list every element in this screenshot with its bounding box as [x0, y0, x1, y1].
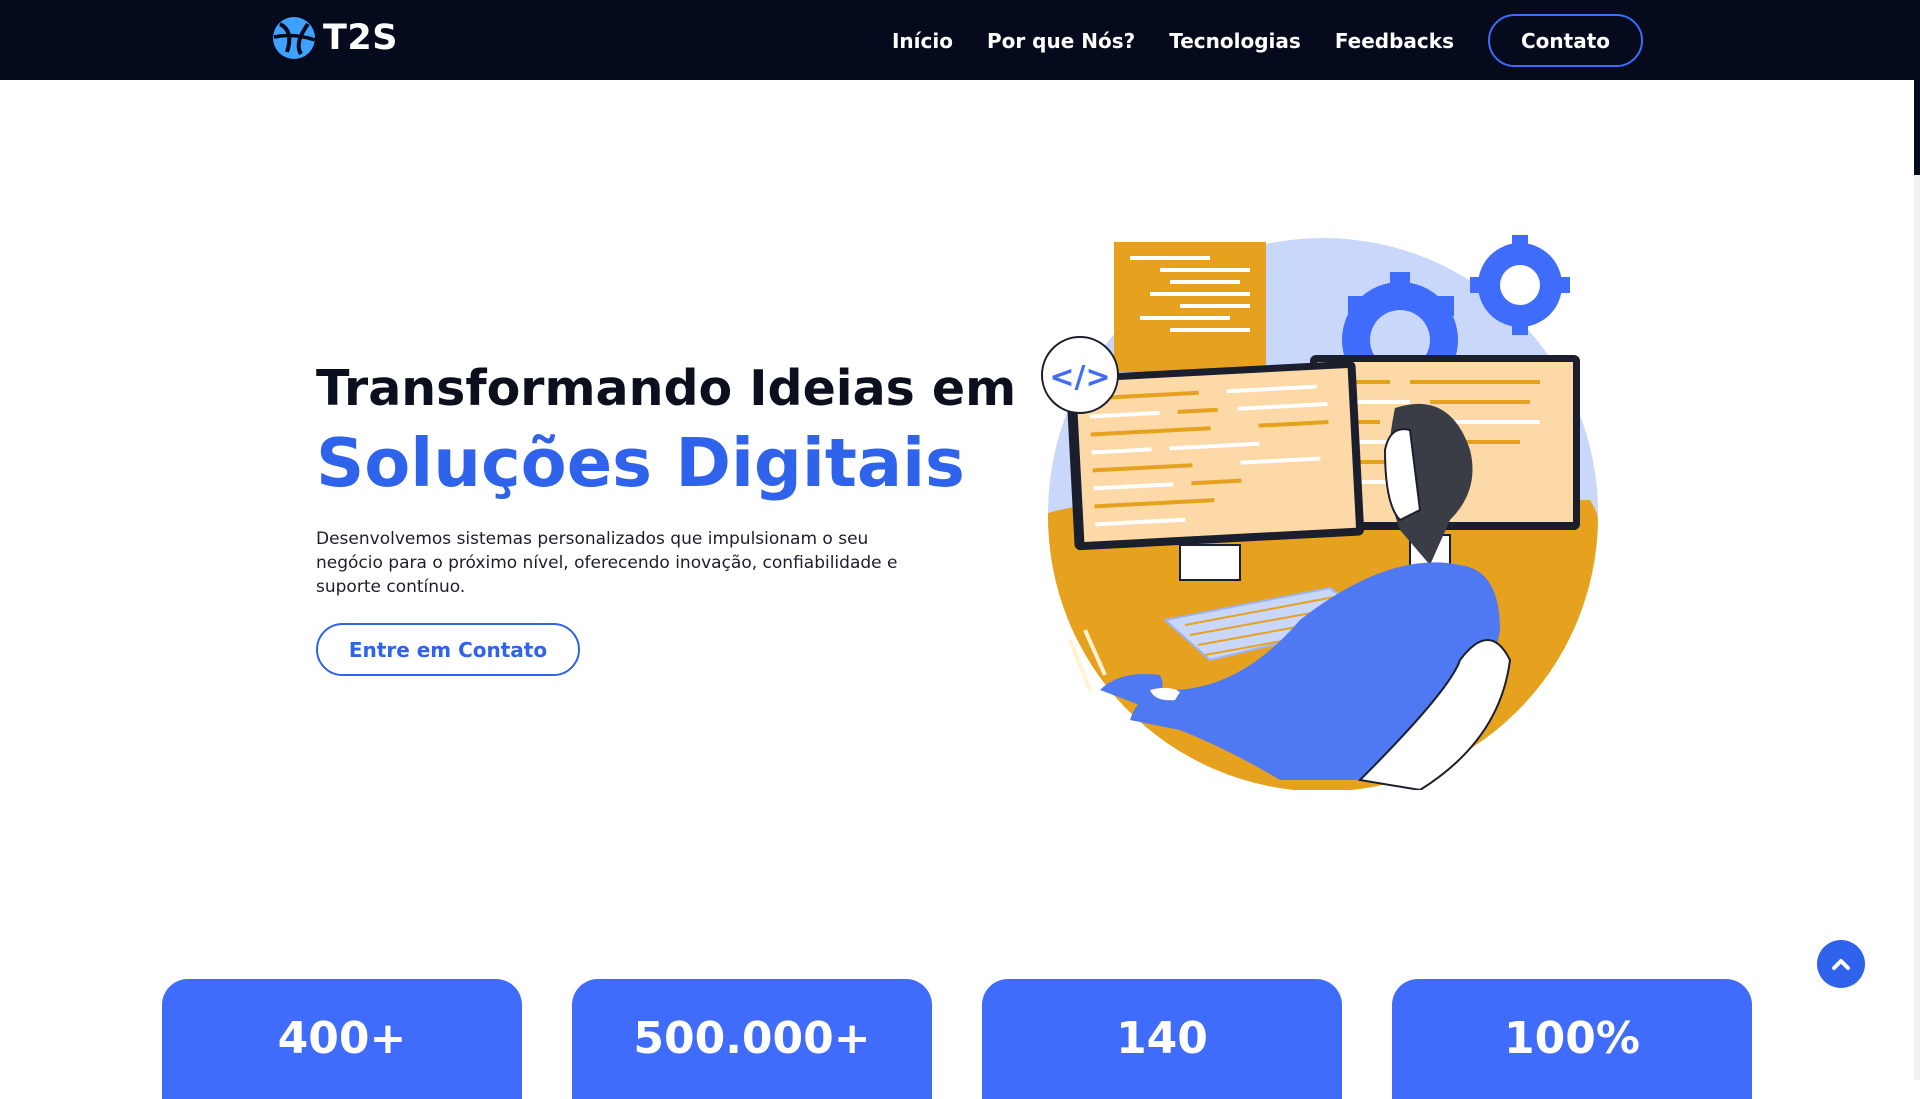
stat-card: 500.000+: [572, 979, 932, 1099]
chevron-up-icon: [1832, 959, 1850, 970]
brand-name: T2S: [323, 18, 398, 58]
stat-value: 500.000+: [633, 1013, 871, 1064]
hero-section: Transformando Ideias em Soluções Digitai…: [316, 357, 1017, 676]
stat-card: 140: [982, 979, 1342, 1099]
stat-card: 400+: [162, 979, 522, 1099]
get-in-touch-button[interactable]: Entre em Contato: [316, 623, 580, 676]
stat-card: 100%: [1392, 979, 1752, 1099]
hero-description: Desenvolvemos sistemas personalizados qu…: [316, 529, 898, 597]
back-to-top-button[interactable]: [1817, 940, 1865, 988]
nav-link-feedbacks[interactable]: Feedbacks: [1335, 29, 1454, 53]
logo-icon: [273, 17, 316, 59]
nav-menu: Início Por que Nós? Tecnologias Feedback…: [892, 14, 1643, 67]
stat-value: 100%: [1504, 1013, 1640, 1064]
logo[interactable]: T2S: [271, 15, 398, 61]
nav-link-tecnologias[interactable]: Tecnologias: [1169, 29, 1301, 53]
scrollbar-thumb[interactable]: [1914, 0, 1920, 175]
hero-title-highlight: Soluções Digitais: [316, 424, 965, 502]
developer-illustration: </>: [1041, 235, 1598, 790]
nav-link-por-que-nos[interactable]: Por que Nós?: [987, 29, 1135, 53]
nav-link-inicio[interactable]: Início: [892, 29, 953, 53]
stat-value: 140: [1116, 1013, 1208, 1064]
navbar: T2S Início Por que Nós? Tecnologias Feed…: [0, 0, 1914, 80]
code-tag-icon: </>: [1041, 336, 1119, 414]
scrollbar[interactable]: [1914, 0, 1920, 1080]
stats-section: 400+ 500.000+ 140 100%: [162, 979, 1752, 1099]
svg-text:</>: </>: [1049, 360, 1110, 395]
stat-value: 400+: [277, 1013, 407, 1064]
contact-button[interactable]: Contato: [1487, 14, 1643, 67]
hero-title: Transformando Ideias em: [316, 360, 1017, 417]
